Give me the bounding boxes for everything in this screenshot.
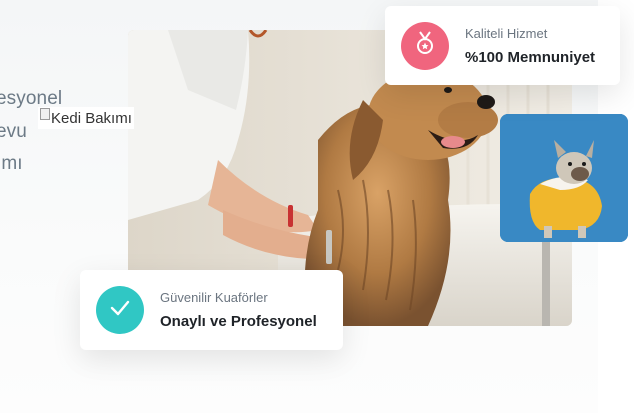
medal-icon (414, 31, 436, 60)
hero-text-line-2: evu (0, 121, 27, 142)
quality-badge (401, 21, 449, 70)
trust-badge (96, 286, 144, 334)
trust-card-title: Onaylı ve Profesyonel (160, 313, 317, 330)
cat-care-image: Kedi Bakımı (38, 107, 134, 129)
trust-card-subtitle: Güvenilir Kuaförler (160, 290, 268, 305)
bulldog-photo (500, 114, 628, 242)
quality-card-title: %100 Memnuniyet (465, 48, 596, 66)
check-icon (110, 300, 130, 321)
trusted-groomers-card: Güvenilir Kuaförler Onaylı ve Profesyone… (80, 270, 343, 350)
hero-text-line-3: ımı (0, 153, 23, 174)
cat-care-image-alt: Kedi Bakımı (51, 109, 132, 127)
quality-service-card: Kaliteli Hizmet %100 Memnuniyet (385, 6, 620, 85)
quality-card-subtitle: Kaliteli Hizmet (465, 25, 548, 41)
broken-image-icon (40, 108, 50, 120)
